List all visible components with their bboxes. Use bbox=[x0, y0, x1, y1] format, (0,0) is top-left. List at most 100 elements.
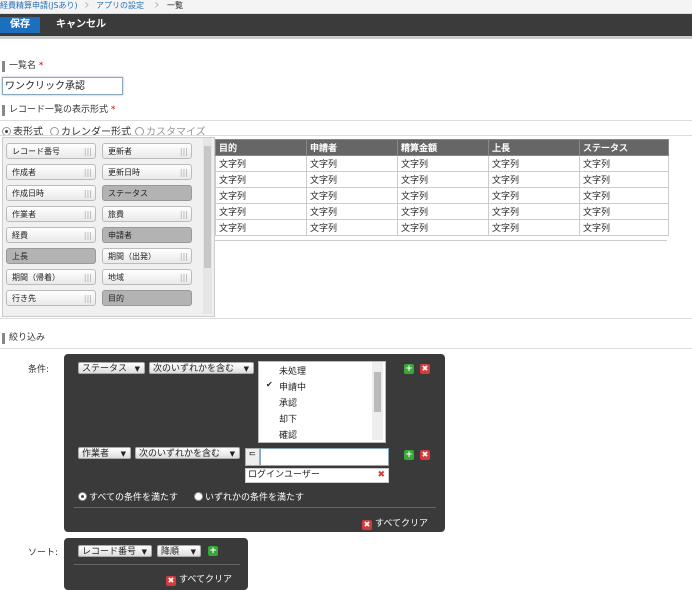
preview-cell: 文字列 bbox=[306, 171, 398, 188]
field-chip[interactable]: 地域 ||| bbox=[102, 269, 192, 285]
remove-user-icon[interactable]: ✖ bbox=[377, 469, 385, 482]
display-format-heading: レコード一覧の表示形式 * bbox=[2, 105, 115, 116]
drag-handle-icon[interactable]: ||| bbox=[84, 228, 92, 244]
field-chip[interactable]: レコード番号 ||| bbox=[6, 143, 96, 159]
drag-handle-icon[interactable]: ||| bbox=[180, 207, 188, 223]
preview-column-header[interactable]: 目的 bbox=[215, 139, 307, 156]
field-chip[interactable]: 作成者 ||| bbox=[6, 164, 96, 180]
field-chip-label: 作成者 bbox=[12, 168, 36, 177]
field-chip[interactable]: 上長 bbox=[6, 248, 96, 264]
add-condition-icon[interactable]: + bbox=[404, 450, 414, 460]
breadcrumb-settings-link[interactable]: アプリの設定 bbox=[96, 0, 144, 11]
breadcrumb-current: 一覧 bbox=[167, 1, 183, 10]
match-any-radio[interactable]: いずれかの条件を満たす bbox=[194, 490, 304, 503]
drag-handle-icon[interactable]: ||| bbox=[180, 144, 188, 160]
drag-handle-icon[interactable]: ||| bbox=[84, 207, 92, 223]
field-chip-label: 申請者 bbox=[108, 231, 132, 240]
field-chip[interactable]: 行き先 ||| bbox=[6, 290, 96, 306]
condition2-operator-select[interactable]: 次のいずれかを含む ▼ bbox=[135, 447, 240, 459]
save-button[interactable]: 保存 bbox=[0, 17, 40, 33]
condition2-field-select[interactable]: 作業者 ▼ bbox=[78, 447, 131, 459]
remove-condition-icon[interactable]: ✖ bbox=[420, 450, 430, 460]
sort-label: ソート: bbox=[28, 548, 59, 558]
chevron-down-icon: ▼ bbox=[243, 365, 249, 373]
user-picker: ᄃ ログインユーザー ✖ bbox=[245, 448, 389, 485]
drag-handle-icon[interactable]: ||| bbox=[84, 291, 92, 307]
field-chip[interactable]: 更新者 ||| bbox=[102, 143, 192, 159]
match-all-radio[interactable]: すべての条件を満たす bbox=[78, 490, 178, 503]
preview-column-header[interactable]: 上長 bbox=[488, 139, 580, 156]
preview-cell: 文字列 bbox=[306, 155, 398, 172]
clear-all-sort-button[interactable]: ✖ すべてクリア bbox=[166, 572, 232, 586]
clear-icon: ✖ bbox=[362, 520, 372, 530]
preview-cell: 文字列 bbox=[488, 155, 580, 172]
field-palette-scrollbar[interactable] bbox=[203, 138, 212, 314]
field-chip[interactable]: ステータス bbox=[102, 185, 192, 201]
drag-handle-icon[interactable]: ||| bbox=[84, 270, 92, 286]
preview-column-header[interactable]: 精算金額 bbox=[397, 139, 489, 156]
user-directory-icon[interactable]: ᄃ bbox=[245, 448, 260, 466]
preview-cell: 文字列 bbox=[397, 219, 489, 236]
field-chip[interactable]: 目的 bbox=[102, 290, 192, 306]
preview-cell: 文字列 bbox=[488, 187, 580, 204]
remove-condition-icon[interactable]: ✖ bbox=[420, 364, 430, 374]
preview-cell: 文字列 bbox=[215, 155, 307, 172]
add-sort-icon[interactable]: + bbox=[208, 546, 218, 556]
clear-label: すべてクリア bbox=[375, 519, 429, 529]
field-chip[interactable]: 申請者 bbox=[102, 227, 192, 243]
cancel-button[interactable]: キャンセル bbox=[46, 17, 116, 33]
chevron-down-icon: ▼ bbox=[120, 450, 126, 458]
user-search-input[interactable] bbox=[260, 448, 389, 466]
status-multiselect[interactable]: 未処理申請中 ✔ 承認却下確認 bbox=[258, 361, 386, 443]
clear-all-filters-button[interactable]: ✖ すべてクリア bbox=[362, 516, 428, 530]
breadcrumb-app-link[interactable]: 経費精算申請(JSあり) bbox=[0, 0, 78, 11]
condition1-operator-select[interactable]: 次のいずれかを含む ▼ bbox=[149, 362, 254, 374]
condition1-field-select[interactable]: ステータス ▼ bbox=[78, 362, 145, 374]
preview-column-header[interactable]: ステータス bbox=[579, 139, 669, 156]
field-chip[interactable]: 期間（帰着） ||| bbox=[6, 269, 96, 285]
scrollbar-thumb[interactable] bbox=[204, 146, 211, 268]
field-chip[interactable]: 作成日時 ||| bbox=[6, 185, 96, 201]
status-option[interactable]: 確認 bbox=[279, 428, 297, 441]
status-option-label: 申請中 bbox=[279, 383, 307, 393]
preview-column-header[interactable]: 申請者 bbox=[306, 139, 398, 156]
field-chip[interactable]: 更新日時 ||| bbox=[102, 164, 192, 180]
status-option[interactable]: 却下 bbox=[279, 412, 297, 425]
condition-label: 条件: bbox=[28, 365, 50, 375]
drag-handle-icon[interactable]: ||| bbox=[84, 186, 92, 202]
sort-order-select[interactable]: 降順 ▼ bbox=[157, 545, 201, 557]
field-chip[interactable]: 作業者 ||| bbox=[6, 206, 96, 222]
checkmark-icon: ✔ bbox=[266, 380, 273, 389]
field-chip[interactable]: 期間（出発） ||| bbox=[102, 248, 192, 264]
toolbar-shadow bbox=[0, 36, 692, 39]
drag-handle-icon[interactable]: ||| bbox=[180, 249, 188, 265]
drag-handle-icon[interactable]: ||| bbox=[180, 270, 188, 286]
select-value: 降順 bbox=[161, 547, 180, 557]
field-chip-label: 行き先 bbox=[12, 294, 36, 303]
preview-cell: 文字列 bbox=[579, 171, 669, 188]
status-option[interactable]: 申請中 ✔ bbox=[266, 380, 307, 393]
display-format-label: レコード一覧の表示形式 bbox=[9, 105, 109, 115]
field-chip-label: 作成日時 bbox=[12, 189, 44, 198]
drag-handle-icon[interactable]: ||| bbox=[180, 165, 188, 181]
preview-cell: 文字列 bbox=[488, 219, 580, 236]
list-preview-table: 目的 申請者 精算金額 上長 ステータス 文字列 文字列 文字列 文字列 文字列 文字列 文字列 文字列… bbox=[215, 139, 669, 236]
drag-handle-icon[interactable]: ||| bbox=[84, 165, 92, 181]
status-option[interactable]: 未処理 bbox=[279, 364, 306, 377]
list-name-input[interactable]: ワンクリック承認 bbox=[2, 77, 123, 95]
filter-heading: 絞り込み bbox=[2, 333, 45, 344]
field-chip[interactable]: 経費 ||| bbox=[6, 227, 96, 243]
radio-label: すべての条件を満たす bbox=[89, 493, 179, 503]
select-value: ステータス bbox=[82, 364, 128, 374]
drag-handle-icon[interactable]: ||| bbox=[84, 144, 92, 160]
status-list-scrollbar[interactable] bbox=[372, 362, 383, 440]
field-chip[interactable]: 旅費 ||| bbox=[102, 206, 192, 222]
scrollbar-thumb[interactable] bbox=[374, 372, 381, 412]
field-chip-label: 更新者 bbox=[108, 147, 132, 156]
field-chip-label: 更新日時 bbox=[108, 168, 140, 177]
status-option-label: 却下 bbox=[279, 415, 298, 425]
sort-field-select[interactable]: レコード番号 ▼ bbox=[78, 545, 152, 557]
status-option[interactable]: 承認 bbox=[279, 396, 297, 409]
add-condition-icon[interactable]: + bbox=[404, 364, 414, 374]
list-name-label: 一覧名 bbox=[9, 61, 37, 71]
